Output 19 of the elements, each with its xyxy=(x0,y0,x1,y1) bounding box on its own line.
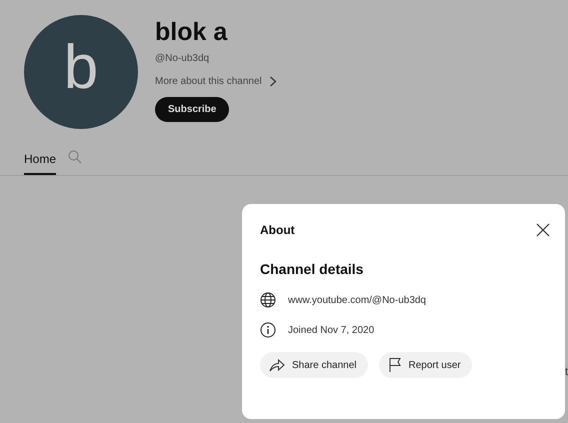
channel-avatar: b xyxy=(24,15,138,129)
partial-text: t xyxy=(565,366,568,378)
joined-date: Joined Nov 7, 2020 xyxy=(288,324,374,336)
share-arrow-icon xyxy=(269,358,285,372)
chevron-right-icon xyxy=(268,76,277,87)
flag-icon xyxy=(388,357,402,373)
channel-name: blok a xyxy=(155,17,228,47)
home-tab[interactable]: Home xyxy=(24,150,56,175)
channel-url: www.youtube.com/@No-ub3dq xyxy=(288,294,426,306)
report-user-button[interactable]: Report user xyxy=(378,352,472,378)
globe-icon xyxy=(260,292,276,308)
share-channel-button[interactable]: Share channel xyxy=(260,352,368,378)
section-heading: Channel details xyxy=(260,261,364,279)
info-icon xyxy=(260,322,276,338)
channel-handle: @No-ub3dq xyxy=(155,53,210,64)
close-button[interactable] xyxy=(536,223,550,237)
more-about-link[interactable]: More about this channel xyxy=(155,76,277,87)
dialog-title: About xyxy=(260,223,295,237)
subscribe-button[interactable]: Subscribe xyxy=(155,97,230,122)
